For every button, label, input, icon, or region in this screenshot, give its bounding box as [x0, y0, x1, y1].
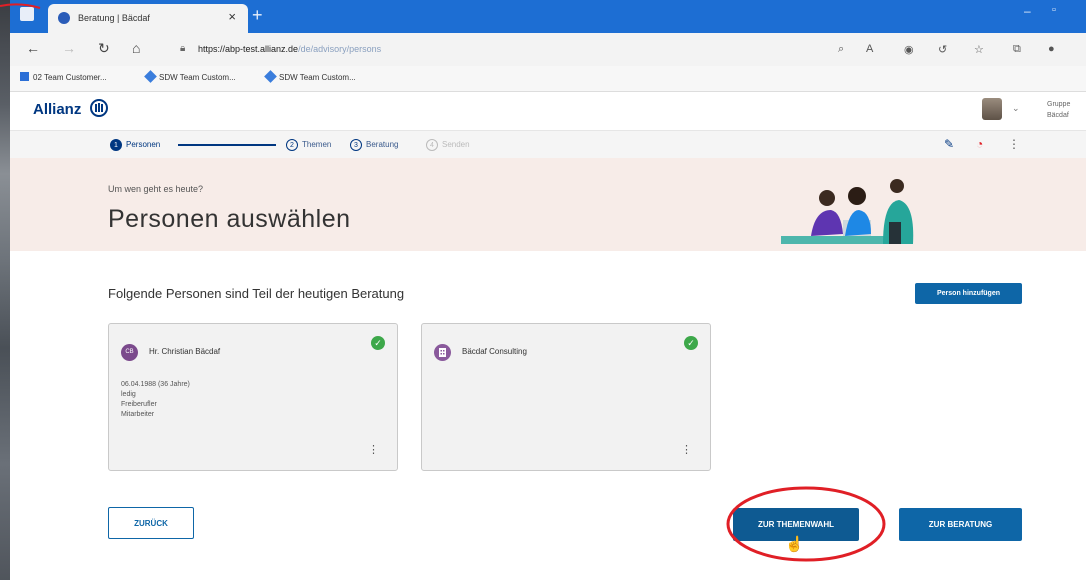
- person-details: 06.04.1988 (36 Jahre) ledig Freiberufler…: [121, 380, 190, 420]
- zoom-icon[interactable]: ⌕: [838, 43, 844, 56]
- card-more-icon[interactable]: ⋮: [681, 443, 692, 456]
- bookmark-item[interactable]: SDW Team Custom...: [264, 70, 356, 83]
- step-progress-line: [178, 144, 276, 146]
- person-avatar: CB: [121, 344, 138, 361]
- step-1-indicator: 1: [110, 139, 122, 151]
- back-button[interactable]: ZURÜCK: [108, 507, 194, 539]
- bookmark-icon: [264, 70, 277, 83]
- window-maximize-button[interactable]: ▫: [1052, 4, 1056, 16]
- tab-close-icon[interactable]: ×: [228, 9, 236, 24]
- highlight-annotation-ellipse: [726, 486, 886, 562]
- url-text[interactable]: https://abp-test.allianz.de/de/advisory/…: [198, 44, 381, 54]
- profile-icon[interactable]: ●: [1048, 43, 1055, 55]
- tab-title: Beratung | Bäcdaf: [78, 13, 150, 23]
- notification-icon[interactable]: ◔: [976, 137, 983, 151]
- step-2-indicator: 2: [286, 139, 298, 151]
- company-card[interactable]: Bäcdaf Consulting ✓ ⋮: [421, 323, 711, 471]
- allianz-logo-mark-icon: [90, 99, 108, 117]
- hero-subtitle: Um wen geht es heute?: [108, 184, 204, 194]
- selected-check-icon[interactable]: ✓: [371, 336, 385, 350]
- url-path: /de/advisory/persons: [298, 44, 382, 54]
- more-options-icon[interactable]: ⋮: [1008, 137, 1020, 151]
- group-line: Bäcdaf: [1047, 112, 1069, 119]
- progress-stepper: [10, 131, 1086, 159]
- to-consultation-button[interactable]: ZUR BERATUNG: [899, 508, 1022, 541]
- bookmark-label: 02 Team Customer...: [33, 73, 107, 82]
- add-person-button[interactable]: Person hinzufügen: [915, 283, 1022, 304]
- reload-icon[interactable]: ↻: [98, 40, 110, 57]
- person-marital-status: ledig: [121, 391, 136, 398]
- favorites-star-icon[interactable]: ☆: [974, 43, 984, 56]
- people-illustration: [781, 179, 914, 244]
- step-4-indicator: 4: [426, 139, 438, 151]
- extension-icon[interactable]: ◉: [904, 43, 914, 56]
- user-avatar[interactable]: [982, 98, 1002, 120]
- bookmark-label: SDW Team Custom...: [159, 73, 236, 82]
- tab-favicon-icon: [58, 12, 70, 24]
- person-occupation: Freiberufler: [121, 401, 157, 408]
- section-title: Folgende Personen sind Teil der heutigen…: [108, 286, 405, 301]
- refresh-extension-icon[interactable]: ↺: [938, 43, 947, 56]
- bookmark-label: SDW Team Custom...: [279, 73, 356, 82]
- new-tab-button[interactable]: +: [252, 6, 263, 24]
- read-aloud-icon[interactable]: A: [866, 43, 873, 55]
- chevron-down-icon[interactable]: ⌄: [1012, 103, 1020, 114]
- step-2-label[interactable]: Themen: [302, 140, 331, 149]
- url-host: https://abp-test.allianz.de: [198, 44, 299, 54]
- group-line: Gruppe: [1047, 101, 1071, 108]
- person-card[interactable]: CB Hr. Christian Bäcdaf ✓ 06.04.1988 (36…: [108, 323, 398, 471]
- bookmark-item[interactable]: SDW Team Custom...: [144, 70, 236, 83]
- person-name: Hr. Christian Bäcdaf: [149, 347, 221, 356]
- company-name: Bäcdaf Consulting: [462, 347, 527, 356]
- step-3-indicator: 3: [350, 139, 362, 151]
- hand-cursor-icon: ☝: [785, 536, 804, 553]
- bookmark-item[interactable]: 02 Team Customer...: [20, 72, 107, 82]
- app-header: [10, 92, 1086, 131]
- page-title: Personen auswählen: [108, 205, 351, 233]
- selected-check-icon[interactable]: ✓: [684, 336, 698, 350]
- bookmark-icon: [20, 72, 29, 81]
- person-role: Mitarbeiter: [121, 411, 155, 418]
- company-building-icon: [434, 344, 451, 361]
- collections-icon[interactable]: ⧉: [1013, 43, 1021, 56]
- person-birthdate: 06.04.1988 (36 Jahre): [121, 381, 190, 388]
- browser-tab[interactable]: Beratung | Bäcdaf ×: [48, 4, 248, 33]
- card-more-icon[interactable]: ⋮: [368, 443, 379, 456]
- step-1-label[interactable]: Personen: [126, 140, 160, 149]
- annotation-scribble: [0, 3, 41, 9]
- bookmark-icon: [144, 70, 157, 83]
- allianz-logo[interactable]: Allianz: [33, 101, 81, 118]
- back-arrow-icon[interactable]: ←: [26, 40, 40, 56]
- home-icon[interactable]: ⌂: [132, 40, 140, 56]
- step-3-label[interactable]: Beratung: [366, 140, 398, 149]
- background-photo-strip: [0, 0, 10, 580]
- step-4-label: Senden: [442, 140, 470, 149]
- window-minimize-button[interactable]: –: [1024, 4, 1031, 18]
- forward-arrow-icon[interactable]: →: [62, 40, 76, 56]
- group-info: Gruppe Bäcdaf: [1047, 99, 1070, 121]
- edit-icon[interactable]: ✎: [944, 137, 954, 151]
- lock-icon[interactable]: 🔒︎: [180, 43, 185, 54]
